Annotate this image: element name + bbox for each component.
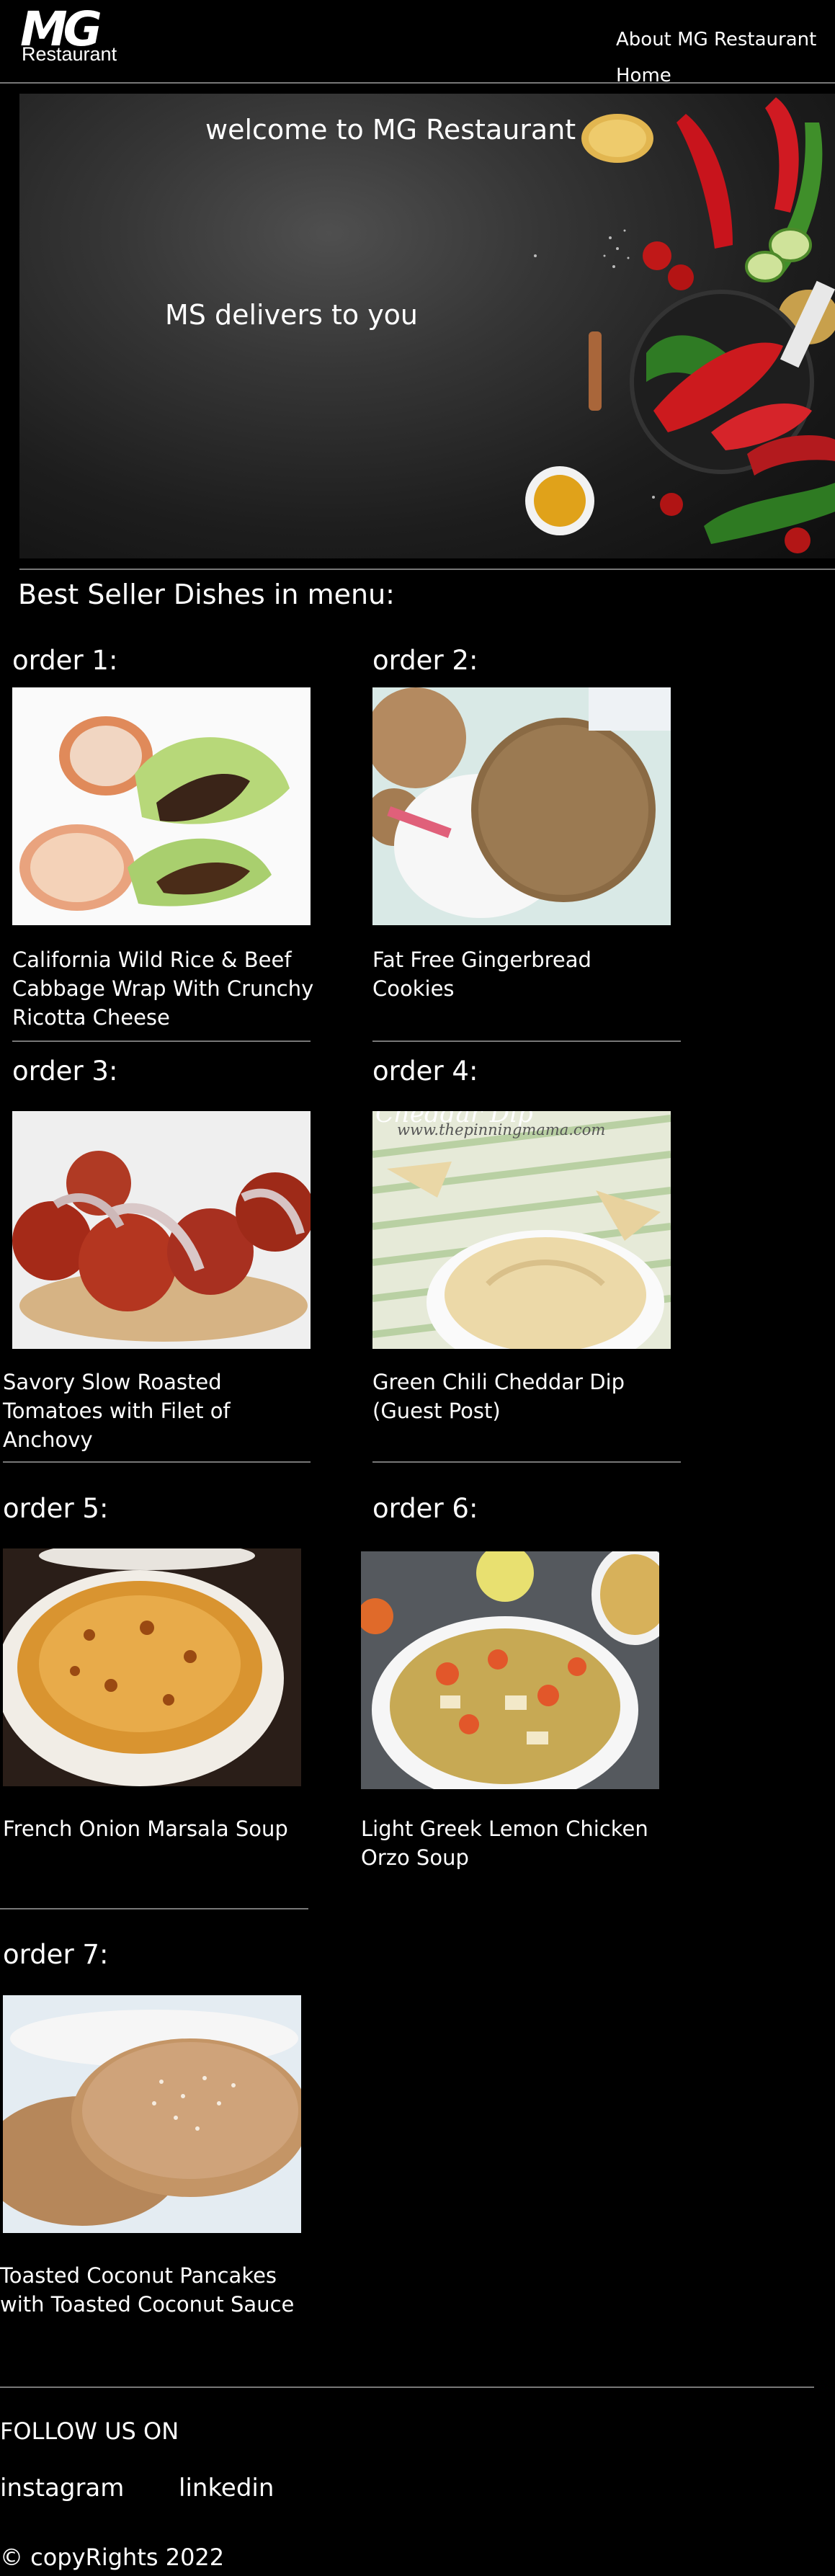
order-3-divider [3,1461,311,1463]
order-5-photo[interactable] [3,1548,301,1786]
order-4-photo[interactable]: Cheddar Dip www.thepinningmama.com [372,1111,671,1349]
nav-about-link[interactable]: About MG Restaurant [616,22,832,58]
instagram-link[interactable]: instagram [0,2474,124,2503]
header-divider [0,82,835,84]
hero-divider [19,569,835,570]
lemon-chicken-soup-image [361,1551,659,1789]
order-1-divider [12,1040,311,1042]
order-1-name[interactable]: California Wild Rice & Beef Cabbage Wrap… [12,945,315,1032]
order-5-name[interactable]: French Onion Marsala Soup [3,1814,291,1843]
hero-subtitle: MS delivers to you [165,299,419,331]
order-2-divider [372,1040,681,1042]
order-2-name[interactable]: Fat Free Gingerbread Cookies [372,945,675,1003]
order-5-label: order 5: [3,1493,109,1524]
order-7-label: order 7: [3,1939,109,1970]
follow-us-heading: FOLLOW US ON [0,2417,179,2445]
order-3-photo[interactable] [12,1111,311,1349]
hero-food-illustration [525,97,835,553]
order-4-divider [372,1461,681,1463]
order-7-name[interactable]: Toasted Coconut Pancakes with Toasted Co… [0,2261,303,2319]
order-4-label: order 4: [372,1056,478,1087]
gingerbread-cookie-image [372,687,671,925]
order-3-name[interactable]: Savory Slow Roasted Tomatoes with Filet … [3,1368,305,1454]
order-6-photo[interactable] [361,1551,659,1789]
linkedin-link[interactable]: linkedin [179,2474,274,2503]
footer-divider [0,2386,814,2388]
order-3-label: order 3: [12,1056,118,1087]
copyright-text: © copyRights 2022 [0,2544,225,2571]
order-2-photo[interactable] [372,687,671,925]
dip-photo-watermark: www.thepinningmama.com [397,1121,606,1138]
roasted-tomatoes-image [12,1111,311,1349]
logo-text: Restaurant [22,43,117,65]
hero-title: welcome to MG Restaurant [205,114,576,146]
order-1-label: order 1: [12,645,118,676]
order-6-label: order 6: [372,1493,478,1524]
order-1-photo[interactable] [12,687,311,925]
order-5-divider [0,1908,308,1909]
order-2-label: order 2: [372,645,478,676]
nav-home-link[interactable]: Home [616,58,832,94]
cheddar-dip-image [372,1111,671,1349]
order-4-name[interactable]: Green Chili Cheddar Dip (Guest Post) [372,1368,675,1425]
logo[interactable]: MG Restaurant [20,3,128,68]
order-7-photo[interactable] [3,1995,301,2233]
onion-soup-image [3,1548,301,1786]
cabbage-wrap-image [19,716,290,911]
order-6-name[interactable]: Light Greek Lemon Chicken Orzo Soup [361,1814,664,1872]
coconut-pancakes-image [3,1995,301,2233]
menu-section-title: Best Seller Dishes in menu: [18,579,395,610]
hero-banner: welcome to MG Restaurant MS delivers to … [19,94,835,558]
